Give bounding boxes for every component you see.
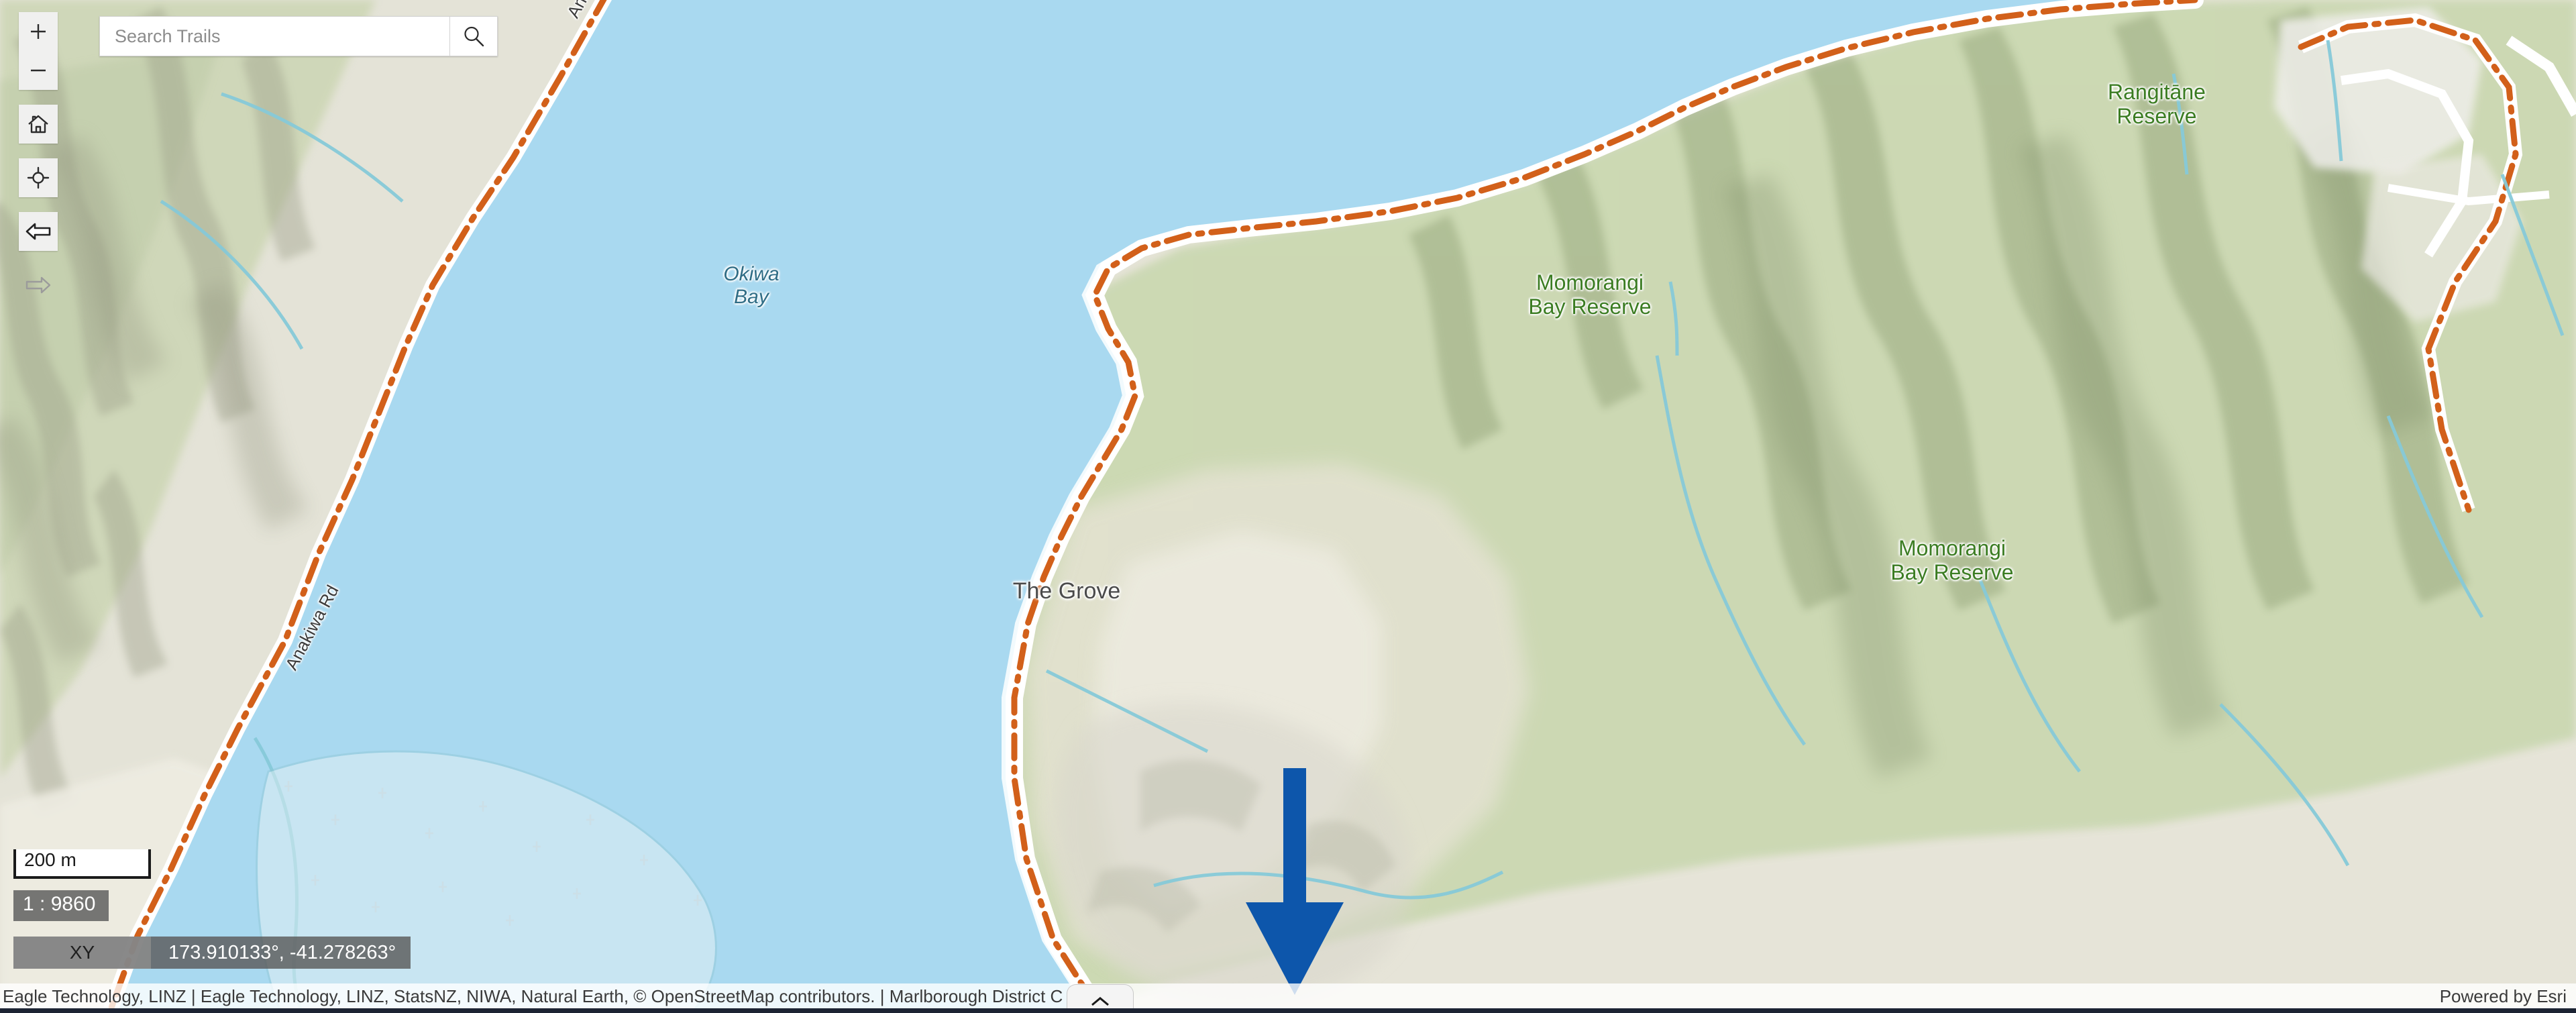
zoom-in-button[interactable] (19, 12, 58, 51)
search-widget (99, 16, 498, 56)
previous-extent-button[interactable] (19, 212, 58, 251)
locate-button[interactable] (19, 158, 58, 197)
plus-icon (31, 24, 46, 39)
arrow-right-icon (25, 276, 51, 294)
zoom-button-group (19, 12, 58, 90)
scale-bar-frame: 200 m (13, 849, 151, 879)
next-extent-button (19, 266, 58, 305)
scale-ratio-label: 1 : 9860 (13, 890, 109, 921)
scale-bar: 200 m (13, 849, 151, 879)
search-input[interactable] (99, 16, 449, 56)
map-application: Okiwa Bay Momorangi Bay Reserve Momorang… (0, 0, 2576, 1013)
powered-by-esri-label: Powered by Esri (2439, 985, 2567, 1006)
window-bottom-edge (0, 1008, 2576, 1013)
home-button[interactable] (19, 105, 58, 144)
map-geometry (0, 0, 2576, 1013)
attribution-text: Eagle Technology, LINZ | Eagle Technolog… (3, 985, 1063, 1006)
zoom-out-button[interactable] (19, 51, 58, 90)
coordinate-widget: XY 173.910133°, -41.278263° (13, 937, 411, 969)
crosshair-locate-icon (27, 166, 50, 189)
minus-icon (31, 69, 46, 72)
search-submit-button[interactable] (449, 16, 498, 56)
coordinate-value: 173.910133°, -41.278263° (168, 941, 396, 963)
chevron-up-icon (1091, 996, 1110, 1006)
home-icon (28, 115, 48, 134)
arrow-left-icon (25, 223, 51, 240)
attribution-bar: Eagle Technology, LINZ | Eagle Technolog… (0, 983, 2576, 1013)
map-canvas[interactable]: Okiwa Bay Momorangi Bay Reserve Momorang… (0, 0, 2576, 1013)
scale-bar-distance-label: 200 m (24, 849, 76, 870)
search-icon (464, 26, 484, 47)
map-navigation-toolbar (19, 12, 58, 305)
coordinate-mode-button[interactable]: XY (13, 937, 151, 969)
